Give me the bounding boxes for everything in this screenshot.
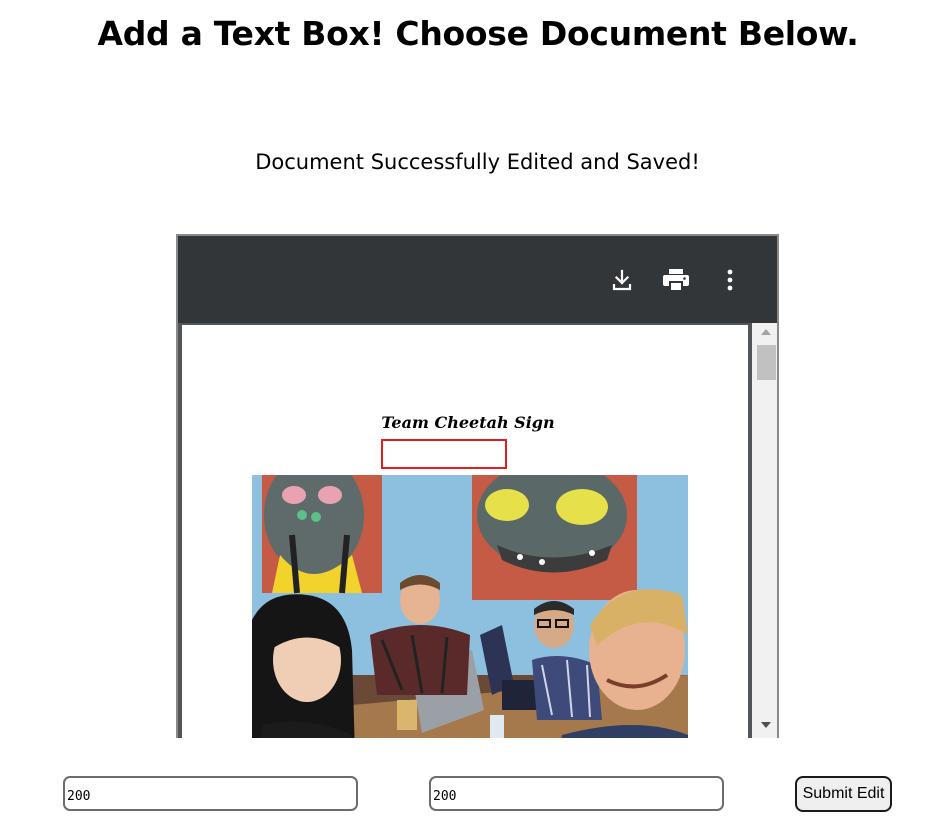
download-icon — [612, 269, 632, 291]
more-options-button[interactable] — [712, 262, 748, 298]
pdf-viewer-toolbar — [178, 236, 777, 323]
submit-edit-button[interactable]: Submit Edit — [795, 776, 892, 812]
x-coordinate-input[interactable] — [63, 776, 358, 811]
more-vert-icon — [727, 269, 733, 291]
download-button[interactable] — [604, 262, 640, 298]
document-title: Team Cheetah Sign — [381, 413, 555, 432]
page-heading: Add a Text Box! Choose Document Below. — [97, 14, 859, 53]
added-text-box[interactable] — [381, 439, 507, 469]
pdf-viewer[interactable]: Team Cheetah Sign — [176, 234, 779, 738]
scroll-up-button[interactable] — [752, 323, 777, 341]
print-icon — [663, 269, 689, 291]
scrollbar-thumb[interactable] — [757, 345, 776, 380]
page: Add a Text Box! Choose Document Below. D… — [0, 0, 934, 817]
status-message: Document Successfully Edited and Saved! — [255, 150, 700, 174]
team-photo — [252, 475, 688, 738]
document-area: Team Cheetah Sign — [178, 323, 752, 738]
document-page: Team Cheetah Sign — [182, 325, 748, 738]
print-button[interactable] — [658, 262, 694, 298]
triangle-up-icon — [760, 329, 771, 335]
y-coordinate-input[interactable] — [429, 776, 724, 811]
triangle-down-icon — [760, 722, 771, 728]
vertical-scrollbar[interactable] — [752, 323, 777, 738]
scroll-down-button[interactable] — [752, 716, 777, 734]
